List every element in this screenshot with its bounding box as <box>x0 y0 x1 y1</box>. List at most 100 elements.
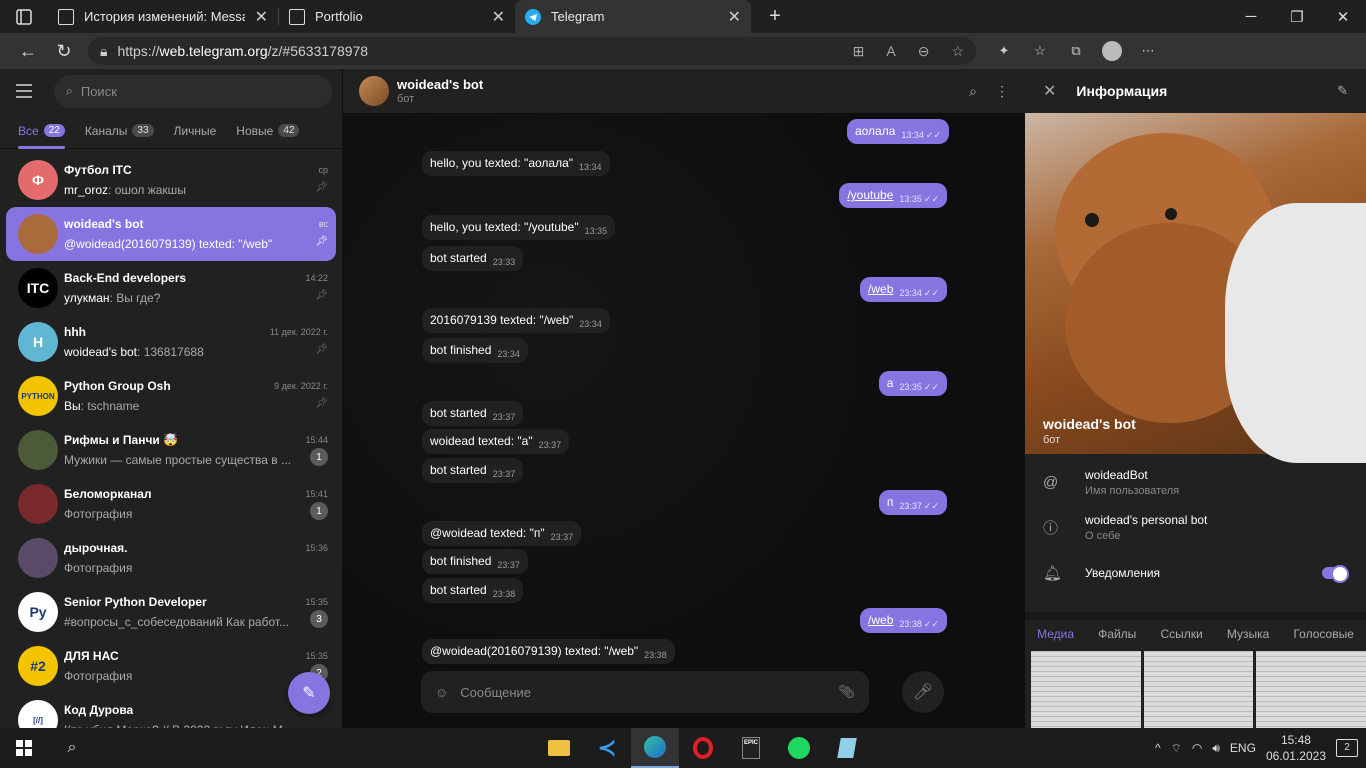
media-thumbnail[interactable] <box>1143 651 1254 728</box>
chat-list-item[interactable]: ITC Back-End developers 14:22 улукман: Вы г… <box>6 261 336 315</box>
network-icon[interactable]: ⌔ <box>1171 741 1182 756</box>
edit-icon[interactable]: ✎ <box>1337 83 1348 99</box>
volume-icon[interactable]: 🔊︎ <box>1212 741 1220 756</box>
incoming-message[interactable]: woidead texted: "а" 23:37 <box>422 429 570 454</box>
app-available-icon[interactable]: ⊞ <box>853 43 865 60</box>
message-input[interactable]: ☺ Сообщение 📎︎ <box>421 671 869 713</box>
chat-list-item[interactable]: #2 ДЛЯ НАС 15:35 Фотография 2 <box>6 639 336 693</box>
notepad-icon[interactable] <box>823 728 871 768</box>
chat-header[interactable]: woidead's bot бот ⌕ ⋮ <box>343 69 1025 113</box>
read-aloud-icon[interactable]: A <box>886 43 895 60</box>
search-input[interactable]: ⌕ Поиск <box>53 74 332 108</box>
epic-games-icon[interactable]: EPIC <box>727 728 775 768</box>
back-icon[interactable]: ← <box>10 33 46 69</box>
chat-list-item[interactable]: [//]Код ДуроваКто убил Марка? // В 2022 … <box>6 693 336 728</box>
microphone-button[interactable]: 🎤︎ <box>902 671 944 713</box>
folder-all[interactable]: Все 22 <box>18 113 65 149</box>
media-thumbnail[interactable] <box>1031 651 1141 728</box>
spotify-icon[interactable] <box>775 728 823 768</box>
chevron-up-icon[interactable]: ^ <box>1155 741 1161 755</box>
outgoing-message[interactable]: аолала 13:34 ✓✓ <box>846 119 949 144</box>
new-tab-button[interactable]: + <box>751 0 799 33</box>
incoming-message[interactable]: bot started 23:38 <box>422 578 524 603</box>
more-vertical-icon[interactable]: ⋮ <box>995 83 1009 100</box>
chat-list-item[interactable]: дырочная. 15:36 Фотография <box>6 531 336 585</box>
tab-media[interactable]: Медиа <box>1037 627 1074 641</box>
favorites-icon[interactable]: ☆ <box>1022 33 1058 69</box>
close-icon[interactable]: ✕ <box>1043 81 1056 101</box>
incoming-message[interactable]: 2016079139 texted: "/web" 23:34 <box>422 308 610 333</box>
browser-tab-telegram[interactable]: Telegram ✕ <box>515 0 751 33</box>
incoming-message[interactable]: bot finished 23:37 <box>422 549 528 574</box>
clock[interactable]: 15:48 06.01.2023 <box>1266 732 1326 764</box>
about-row[interactable]: ⓘ woidead's personal bot О себе <box>1025 505 1366 550</box>
opera-icon[interactable] <box>679 728 727 768</box>
search-icon[interactable]: ⌕ <box>969 83 977 100</box>
incoming-message[interactable]: @woidead texted: "п" 23:37 <box>422 521 582 546</box>
refresh-icon[interactable]: ↻ <box>46 33 82 69</box>
incoming-message[interactable]: hello, you texted: "/youtube" 13:35 <box>422 215 616 240</box>
outgoing-message[interactable]: п 23:37 ✓✓ <box>878 490 947 515</box>
start-button[interactable] <box>0 740 48 756</box>
outgoing-message[interactable]: а 23:35 ✓✓ <box>878 371 947 396</box>
incoming-message[interactable]: bot started 23:37 <box>422 458 524 483</box>
profile-photo[interactable]: woidead's bot бот <box>1025 113 1366 463</box>
folder-personal[interactable]: Личные <box>174 113 217 149</box>
username-row[interactable]: @ woideadBot Имя пользователя <box>1025 460 1366 505</box>
extensions-icon[interactable]: ✦ <box>986 33 1022 69</box>
incoming-message[interactable]: bot started 23:33 <box>422 246 524 271</box>
outgoing-message[interactable]: /youtube 13:35 ✓✓ <box>839 183 947 208</box>
incoming-message[interactable]: @woidead(2016079139) texted: "/web" 23:38 <box>422 639 675 664</box>
browser-tab-history[interactable]: История изменений: Message o ✕ <box>48 0 278 33</box>
wifi-icon[interactable]: ◠ <box>1192 741 1202 755</box>
media-thumbnail[interactable] <box>1256 651 1366 728</box>
emoji-icon[interactable]: ☺ <box>435 685 448 700</box>
close-tab-icon[interactable]: ✕ <box>255 7 268 27</box>
avatar: H <box>18 322 58 362</box>
incoming-message[interactable]: bot started 23:37 <box>422 401 524 426</box>
language-indicator[interactable]: ENG <box>1230 741 1256 755</box>
tab-links[interactable]: Ссылки <box>1160 627 1202 641</box>
notifications-row[interactable]: 🔔︎ Уведомления <box>1025 550 1366 595</box>
file-explorer-icon[interactable] <box>535 728 583 768</box>
close-tab-icon[interactable]: ✕ <box>492 7 505 27</box>
browser-tab-portfolio[interactable]: Portfolio ✕ <box>279 0 515 33</box>
zoom-icon[interactable]: ⊖ <box>918 43 930 60</box>
notifications-toggle[interactable] <box>1322 564 1349 583</box>
chat-list-item[interactable]: Py Senior Python Developer 15:35 #вопросы_с… <box>6 585 336 639</box>
tab-voice[interactable]: Голосовые <box>1293 627 1353 641</box>
chat-list-item[interactable]: Беломорканал 15:41 Фотография 1 <box>6 477 336 531</box>
search-icon[interactable]: ⌕ <box>48 739 96 757</box>
close-tab-icon[interactable]: ✕ <box>728 7 741 27</box>
vscode-icon[interactable]: ≺ <box>583 728 631 768</box>
close-window-icon[interactable]: ✕ <box>1320 0 1366 33</box>
tab-files[interactable]: Файлы <box>1098 627 1136 641</box>
folder-channels[interactable]: Каналы 33 <box>85 113 154 149</box>
attach-icon[interactable]: 📎︎ <box>838 684 855 700</box>
chat-list-item[interactable]: Hhhh 11 дек. 2022 г. woidead's bot: 136817… <box>6 315 336 369</box>
chat-preview: mr_oroz: ошол жакшы <box>64 183 186 197</box>
chat-list-item[interactable]: woidead's bot вс @woidead(2016079139) text… <box>6 207 336 261</box>
minimize-icon[interactable]: ─ <box>1228 0 1274 33</box>
avatar[interactable] <box>359 76 389 106</box>
more-icon[interactable]: ⋯ <box>1130 33 1166 69</box>
edge-icon[interactable] <box>631 728 679 768</box>
outgoing-message[interactable]: /web 23:38 ✓✓ <box>860 608 947 633</box>
restore-icon[interactable]: ❐ <box>1274 0 1320 33</box>
url-field[interactable]: 🔒︎ https://web.telegram.org/z/#563317897… <box>88 37 976 65</box>
tab-actions-button[interactable] <box>0 0 48 33</box>
folder-new[interactable]: Новые 42 <box>236 113 300 149</box>
outgoing-message[interactable]: /web 23:34 ✓✓ <box>860 277 947 302</box>
chat-list-item[interactable]: Ф Футбол ITC ср mr_oroz: ошол жакшы 📌︎ <box>6 153 336 207</box>
new-message-button[interactable]: ✎ <box>288 672 330 714</box>
collections-icon[interactable]: ⧉ <box>1058 33 1094 69</box>
chat-list-item[interactable]: Рифмы и Панчи 🤯 15:44 Мужики — самые прост… <box>6 423 336 477</box>
menu-icon[interactable] <box>16 76 46 106</box>
incoming-message[interactable]: bot finished 23:34 <box>422 338 528 363</box>
profile-icon[interactable] <box>1094 33 1130 69</box>
tab-music[interactable]: Музыка <box>1227 627 1269 641</box>
notifications-icon[interactable]: 2 <box>1336 739 1358 757</box>
favorite-icon[interactable]: ☆ <box>951 43 964 60</box>
incoming-message[interactable]: hello, you texted: "аолала" 13:34 <box>422 151 610 176</box>
chat-list-item[interactable]: PYTHON Python Group Osh 9 дек. 2022 г. Вы: … <box>6 369 336 423</box>
